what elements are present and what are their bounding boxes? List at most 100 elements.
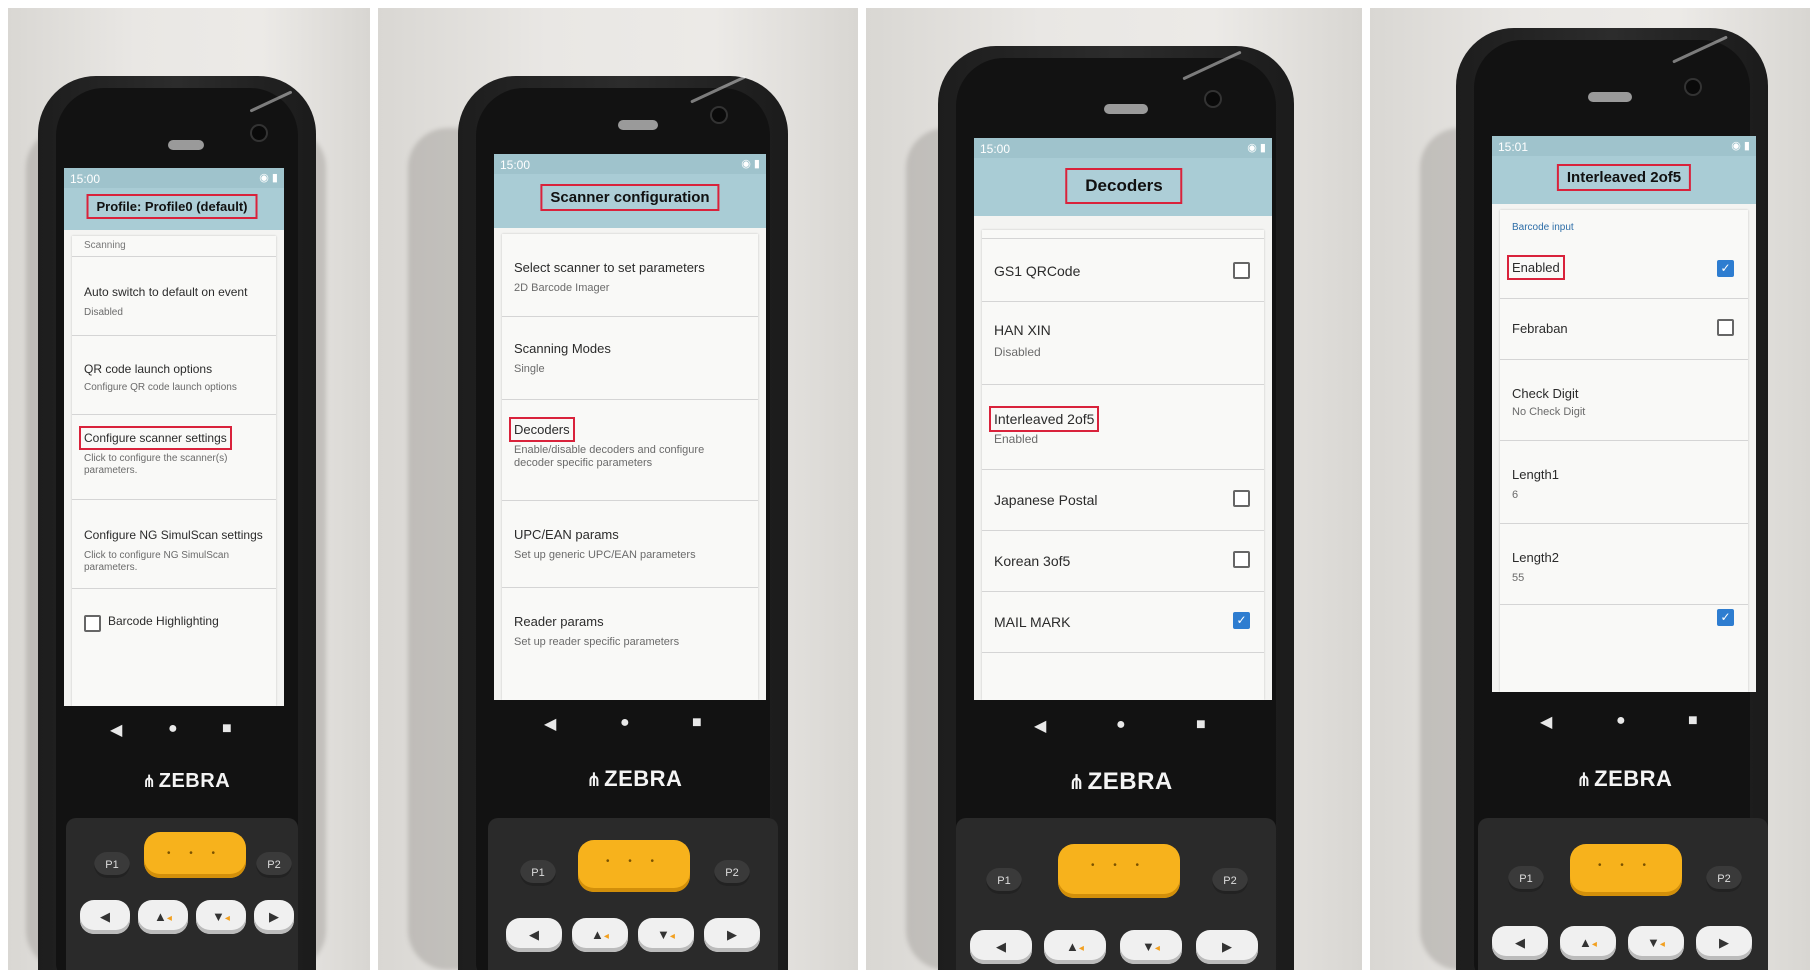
enabled-item[interactable]: Enabled ✓ — [1500, 240, 1748, 299]
checkbox-checked[interactable]: ✓ — [1233, 612, 1250, 629]
decoder-item[interactable]: Korean 3of5 — [982, 531, 1264, 592]
keypad: • • • P1 P2 ◀ ▲◂ ▼◂ ▶ — [488, 818, 778, 970]
interleaved-2of5-item[interactable]: Interleaved 2of5 Enabled — [982, 385, 1264, 470]
left-arrow-key[interactable]: ◀ — [506, 918, 562, 952]
nav-bar: ◀ ● ■ — [974, 716, 1272, 740]
back-icon[interactable]: ◀ — [1034, 716, 1046, 736]
page-title: Scanner configuration — [540, 184, 720, 211]
item-title: Korean 3of5 — [994, 553, 1071, 569]
list-item[interactable]: Select scanner to set parameters 2D Barc… — [502, 234, 758, 317]
home-icon[interactable]: ● — [620, 714, 630, 732]
decoder-item[interactable]: HAN XIN Disabled — [982, 302, 1264, 385]
list-item[interactable]: Scanning — [72, 236, 276, 257]
down-key[interactable]: ▼◂ — [1628, 926, 1684, 960]
page-title: Decoders — [1065, 168, 1183, 204]
list-item-partial[interactable]: ✓ — [1500, 605, 1748, 665]
right-arrow-key[interactable]: ▶ — [1196, 930, 1258, 964]
right-arrow-key[interactable]: ▶ — [704, 918, 760, 952]
p1-key[interactable]: P1 — [986, 868, 1022, 894]
down-key[interactable]: ▼◂ — [638, 918, 694, 952]
checkbox[interactable] — [1233, 490, 1250, 507]
status-time: 15:00 — [980, 142, 1011, 156]
item-title: Japanese Postal — [994, 492, 1098, 508]
checkbox[interactable] — [1717, 319, 1734, 336]
brand-logo: ⋔ZEBRA — [1068, 768, 1173, 795]
checkbox-checked[interactable]: ✓ — [1717, 609, 1734, 626]
decoder-item[interactable]: Japanese Postal — [982, 470, 1264, 531]
list-item[interactable]: Auto switch to default on event Disabled — [72, 257, 276, 336]
list-item[interactable]: Scanning Modes Single — [502, 317, 758, 400]
list-item[interactable]: Febraban — [1500, 299, 1748, 360]
recents-icon[interactable]: ■ — [222, 720, 232, 738]
up-key[interactable]: ▲◂ — [572, 918, 628, 952]
recents-icon[interactable]: ■ — [1688, 712, 1698, 730]
right-arrow-key[interactable]: ▶ — [254, 900, 294, 934]
decoder-item[interactable]: GS1 QRCode — [982, 239, 1264, 302]
scan-trigger-button[interactable]: • • • — [144, 832, 246, 878]
item-title: Reader params — [514, 614, 604, 629]
up-key[interactable]: ▲◂ — [1560, 926, 1616, 960]
p1-key[interactable]: P1 — [1508, 866, 1544, 892]
scan-trigger-button[interactable]: • • • — [578, 840, 690, 892]
front-camera — [252, 126, 266, 140]
title-bar: Decoders — [974, 158, 1272, 216]
recents-icon[interactable]: ■ — [692, 714, 702, 732]
list-item[interactable]: UPC/EAN params Set up generic UPC/EAN pa… — [502, 501, 758, 588]
checkbox[interactable] — [1233, 551, 1250, 568]
back-icon[interactable]: ◀ — [544, 714, 556, 734]
p2-key[interactable]: P2 — [714, 860, 750, 886]
status-time: 15:00 — [70, 172, 101, 186]
item-subtitle: Set up generic UPC/EAN parameters — [514, 549, 696, 561]
up-key[interactable]: ▲◂ — [1044, 930, 1106, 964]
p2-key[interactable]: P2 — [256, 852, 292, 878]
list-item[interactable]: Check Digit No Check Digit — [1500, 360, 1748, 441]
barcode-highlighting-item[interactable]: Barcode Highlighting — [72, 589, 276, 649]
list-item[interactable]: Length1 6 — [1500, 441, 1748, 524]
recents-icon[interactable]: ■ — [1196, 716, 1206, 734]
left-arrow-key[interactable]: ◀ — [80, 900, 130, 934]
p1-key[interactable]: P1 — [94, 852, 130, 878]
up-key[interactable]: ▲◂ — [138, 900, 188, 934]
wifi-battery-icon: ◉ ▮ — [1247, 142, 1266, 154]
item-title: Select scanner to set parameters — [514, 260, 705, 275]
home-icon[interactable]: ● — [168, 720, 178, 738]
item-title: Febraban — [1512, 321, 1568, 336]
down-key[interactable]: ▼◂ — [196, 900, 246, 934]
checkbox[interactable] — [1233, 262, 1250, 279]
front-camera — [1206, 92, 1220, 106]
left-arrow-key[interactable]: ◀ — [1492, 926, 1548, 960]
decoders-item[interactable]: Decoders Enable/disable decoders and con… — [502, 400, 758, 501]
home-icon[interactable]: ● — [1116, 716, 1126, 734]
down-key[interactable]: ▼◂ — [1120, 930, 1182, 964]
configure-scanner-settings-item[interactable]: Configure scanner settings Click to conf… — [72, 415, 276, 500]
p2-key[interactable]: P2 — [1706, 866, 1742, 892]
screen: 15:01 ◉ ▮ Interleaved 2of5 Barcode input… — [1492, 136, 1756, 692]
list-item[interactable] — [982, 230, 1264, 239]
item-title: Configure scanner settings — [79, 426, 232, 450]
decoder-item[interactable]: MAIL MARK ✓ — [982, 592, 1264, 653]
right-arrow-key[interactable]: ▶ — [1696, 926, 1752, 960]
list-item[interactable]: Configure NG SimulScan settings Click to… — [72, 500, 276, 589]
scan-trigger-button[interactable]: • • • — [1058, 844, 1180, 898]
back-icon[interactable]: ◀ — [110, 720, 122, 740]
settings-list: Select scanner to set parameters 2D Barc… — [502, 234, 758, 700]
checkbox-checked[interactable]: ✓ — [1717, 260, 1734, 277]
p2-key[interactable]: P2 — [1212, 868, 1248, 894]
list-item[interactable]: Reader params Set up reader specific par… — [502, 588, 758, 668]
p1-key[interactable]: P1 — [520, 860, 556, 886]
home-icon[interactable]: ● — [1616, 712, 1626, 730]
checkbox[interactable] — [84, 615, 101, 632]
item-subtitle: No Check Digit — [1512, 406, 1586, 418]
page-title: Profile: Profile0 (default) — [86, 194, 258, 219]
item-subtitle: 55 — [1512, 572, 1525, 584]
item-subtitle: Click to configure the scanner(s) parame… — [84, 453, 228, 476]
item-title: Interleaved 2of5 — [988, 406, 1100, 432]
keypad: • • • P1 P2 ◀ ▲◂ ▼◂ ▶ — [956, 818, 1276, 970]
list-item[interactable]: QR code launch options Configure QR code… — [72, 336, 276, 415]
photo-panel-2: 15:00 ◉ ▮ Scanner configuration Select s… — [378, 8, 858, 970]
back-icon[interactable]: ◀ — [1540, 712, 1552, 732]
list-item[interactable]: Length2 55 — [1500, 524, 1748, 605]
scan-trigger-button[interactable]: • • • — [1570, 844, 1682, 896]
nav-bar: ◀ ● ■ — [494, 714, 766, 738]
left-arrow-key[interactable]: ◀ — [970, 930, 1032, 964]
